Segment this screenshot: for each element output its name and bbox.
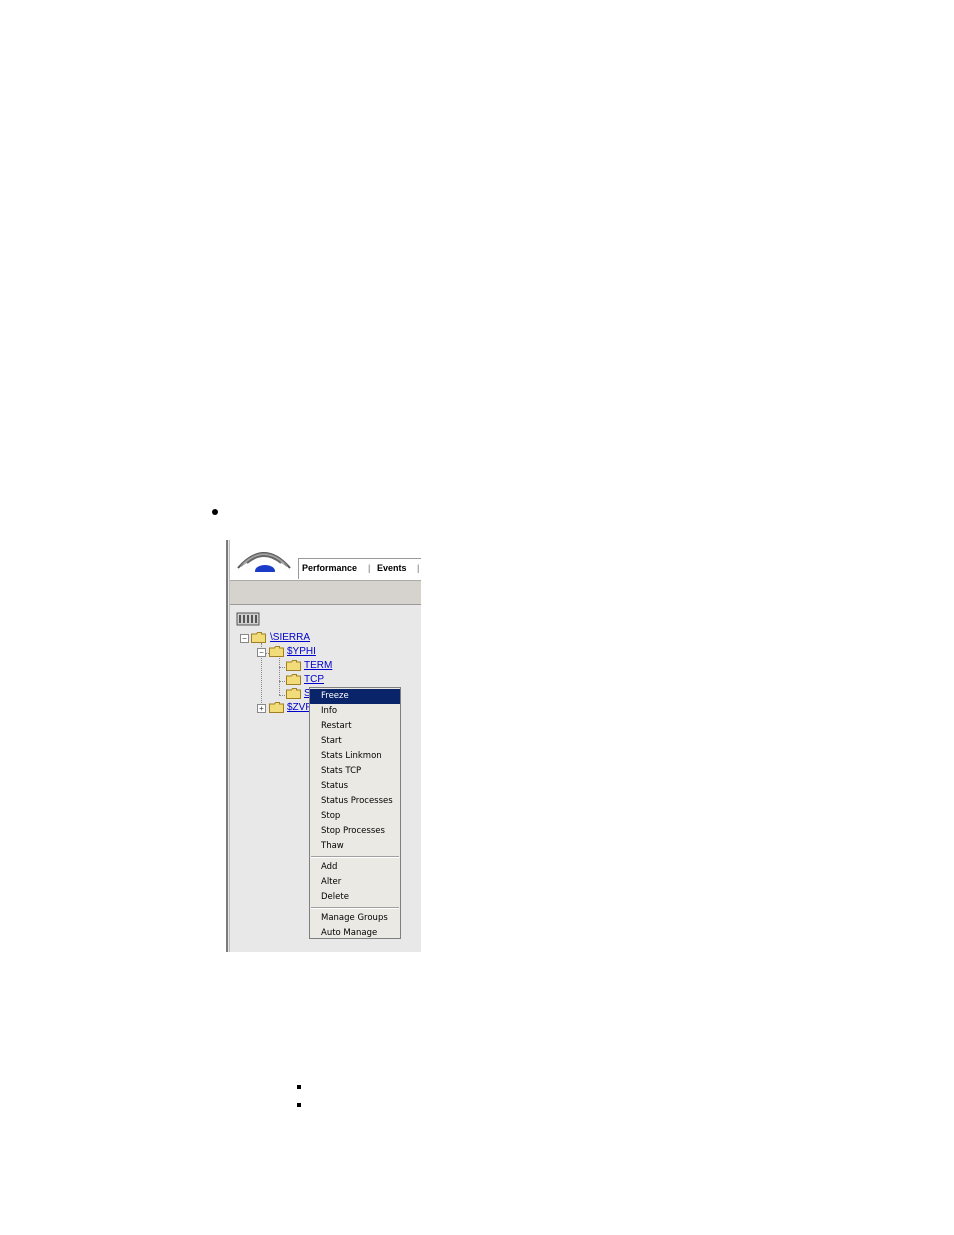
tab-events[interactable]: Events	[377, 563, 407, 573]
menu-item-stop-processes[interactable]: Stop Processes	[310, 824, 400, 839]
tree-node-sierra[interactable]: \SIERRA	[270, 632, 310, 643]
menu-item-add[interactable]: Add	[310, 860, 400, 875]
menu-item-alter[interactable]: Alter	[310, 875, 400, 890]
tree-node-yphi[interactable]: $YPHI	[287, 646, 316, 657]
tree-node-term[interactable]: TERM	[304, 660, 332, 671]
menu-item-status[interactable]: Status	[310, 779, 400, 794]
collapse-icon[interactable]: −	[257, 648, 266, 657]
menu-item-stats-tcp[interactable]: Stats TCP	[310, 764, 400, 779]
menu-item-info[interactable]: Info	[310, 704, 400, 719]
menu-separator	[311, 907, 399, 909]
square-bullet	[297, 1085, 301, 1089]
tree-node-zvf[interactable]: $ZVF	[287, 702, 311, 713]
context-menu: Freeze Info Restart Start Stats Linkmon …	[309, 687, 401, 939]
screenshot-panel: Performance | Events | − \SIERRA − $YPHI…	[226, 540, 421, 952]
folder-icon	[286, 688, 301, 699]
collapse-icon[interactable]: −	[240, 634, 249, 643]
tab-bar: Performance | Events |	[298, 558, 421, 579]
menu-item-start[interactable]: Start	[310, 734, 400, 749]
menu-separator	[311, 856, 399, 858]
menu-item-stop[interactable]: Stop	[310, 809, 400, 824]
menu-item-status-processes[interactable]: Status Processes	[310, 794, 400, 809]
logo-icon	[234, 552, 294, 578]
toolbar-strip	[230, 580, 421, 605]
panel-border	[226, 540, 228, 952]
folder-icon	[286, 674, 301, 685]
menu-item-delete[interactable]: Delete	[310, 890, 400, 905]
tab-separator: |	[417, 563, 420, 573]
menu-item-restart[interactable]: Restart	[310, 719, 400, 734]
folder-open-icon	[269, 646, 284, 657]
menu-item-stats-linkmon[interactable]: Stats Linkmon	[310, 749, 400, 764]
folder-icon	[286, 660, 301, 671]
menu-item-auto-manage[interactable]: Auto Manage	[310, 926, 400, 941]
header: Performance | Events |	[230, 540, 421, 580]
tree-guide	[279, 658, 280, 695]
tab-separator: |	[368, 563, 371, 573]
menu-item-thaw[interactable]: Thaw	[310, 839, 400, 854]
folder-icon	[251, 632, 266, 643]
menu-item-manage-groups[interactable]: Manage Groups	[310, 911, 400, 926]
menu-item-freeze[interactable]: Freeze	[310, 689, 400, 704]
bullet-point	[212, 509, 218, 515]
tree-node-tcp[interactable]: TCP	[304, 674, 324, 685]
folder-icon	[269, 702, 284, 713]
square-bullet	[297, 1103, 301, 1107]
tab-performance[interactable]: Performance	[302, 563, 357, 573]
server-icon	[236, 612, 260, 626]
expand-icon[interactable]: +	[257, 704, 266, 713]
